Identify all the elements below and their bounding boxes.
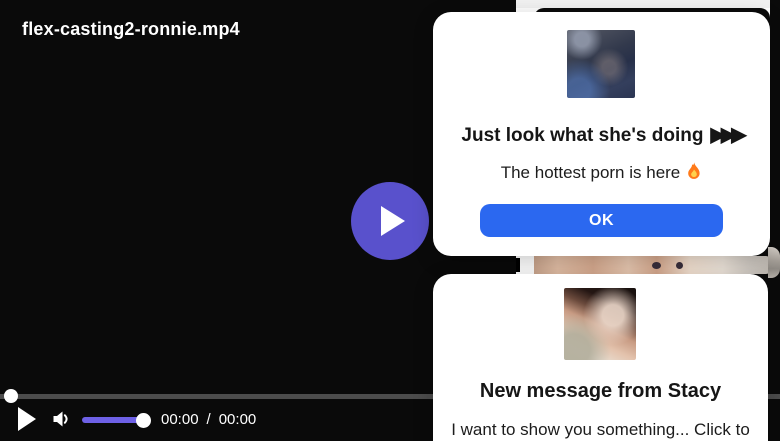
volume-icon[interactable] (52, 409, 72, 429)
ad-page-photo-strip (534, 256, 770, 274)
ad-page-topbar (516, 0, 770, 8)
ok-button[interactable]: OK (480, 204, 723, 237)
center-play-button[interactable] (351, 182, 429, 260)
popup-ad-message[interactable]: New message from Stacy I want to show yo… (433, 274, 768, 441)
offer-subtext: The hottest porn is here (433, 162, 770, 183)
photo-detail (676, 262, 683, 269)
offer-thumbnail-image[interactable] (567, 30, 635, 98)
ad-page-left-notch (516, 258, 520, 272)
volume-handle[interactable] (136, 413, 151, 428)
video-player-window: flex-casting2-ronnie.mp4 00:00 / 00:00 J… (0, 0, 780, 441)
popup-ad-offer[interactable]: Just look what she's doing ▶▶▶ The hottes… (433, 12, 770, 256)
play-icon (381, 206, 405, 236)
offer-heading: Just look what she's doing ▶▶▶ (461, 124, 746, 146)
video-title: flex-casting2-ronnie.mp4 (22, 19, 240, 39)
play-button[interactable] (18, 407, 36, 431)
message-heading: New message from Stacy (479, 380, 722, 402)
ad-page-photo-edge (768, 247, 780, 278)
triple-play-arrows-icon: ▶▶▶ (710, 124, 746, 146)
message-thumbnail-image[interactable] (564, 288, 636, 360)
message-body: I want to show you something... Click to (451, 420, 750, 439)
time-separator: / (206, 411, 211, 428)
seek-handle[interactable] (4, 389, 18, 403)
time-display: 00:00 / 00:00 (161, 411, 256, 428)
current-time: 00:00 (161, 411, 199, 428)
fire-icon (688, 162, 700, 179)
duration: 00:00 (218, 411, 257, 428)
photo-detail (652, 262, 661, 269)
